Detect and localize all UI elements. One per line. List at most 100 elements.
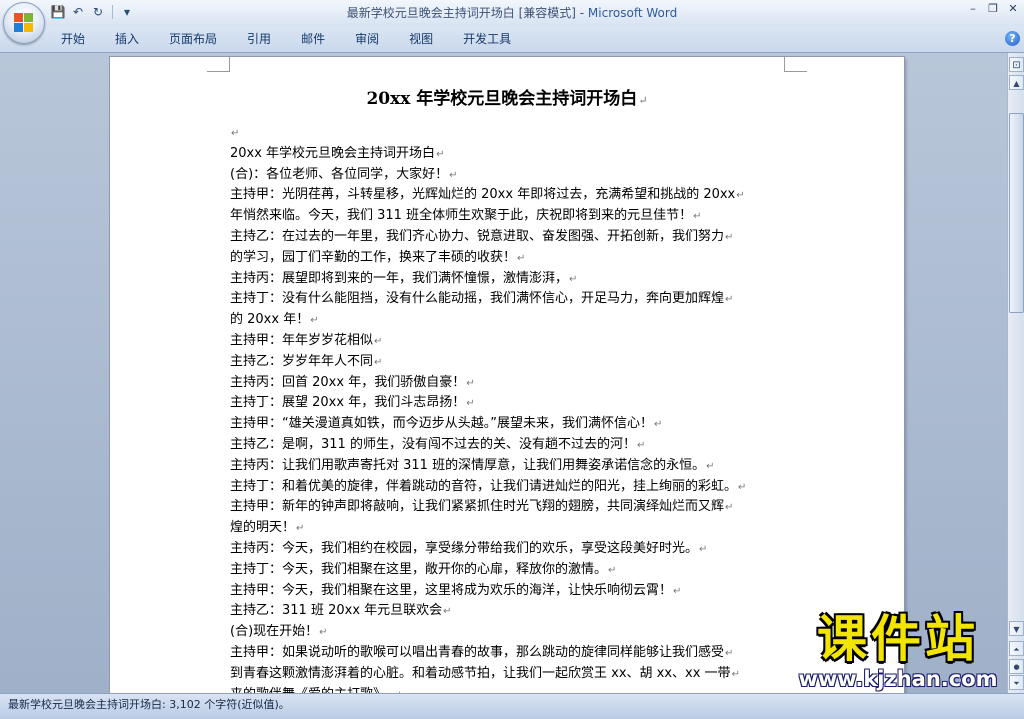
minimize-button[interactable]: – xyxy=(966,2,980,15)
tab-developer[interactable]: 开发工具 xyxy=(448,26,526,52)
tab-page-layout[interactable]: 页面布局 xyxy=(154,26,232,52)
document-page[interactable]: 20xx 年学校元旦晚会主持词开场白↵ ↵ 20xx 年学校元旦晚会主持词开场白↵… xyxy=(110,57,904,693)
line-text: 到青春这颗激情澎湃着的心脏。和着动感节拍，让我们一起欣赏王 xx、胡 xx、xx… xyxy=(230,665,731,681)
document-heading: 20xx 年学校元旦晚会主持词开场白↵ xyxy=(110,84,904,109)
line-text: 年悄然来临。今天，我们 311 班全体师生欢聚于此，庆祝即将到来的元旦佳节！ xyxy=(230,208,693,224)
paragraph-mark: ↵ xyxy=(725,231,734,243)
watermark-url-text: www.kjzhan.com xyxy=(798,667,998,691)
paragraph-mark: ↵ xyxy=(374,356,383,368)
document-line: 主持甲：年年岁岁花相似↵ xyxy=(230,331,790,352)
line-text: 的 20xx 年！ xyxy=(230,312,310,328)
paragraph-mark: ↵ xyxy=(296,523,305,535)
document-line: 20xx 年学校元旦晚会主持词开场白↵ xyxy=(230,144,790,165)
paragraph-mark: ↵ xyxy=(436,148,445,160)
document-line: 主持丙：展望即将到来的一年，我们满怀憧憬，激情澎湃，↵ xyxy=(230,269,790,290)
line-text: 煌的明天！ xyxy=(230,520,296,536)
document-line: 主持甲：“雄关漫道真如铁，而今迈步从头越。”展望未来，我们满怀信心！↵ xyxy=(230,414,790,435)
scroll-up-button[interactable]: ▲ xyxy=(1009,75,1024,90)
window-title: 最新学校元旦晚会主持词开场白 [兼容模式] - Microsoft Word xyxy=(0,0,1024,26)
window-controls: – ❐ ✕ xyxy=(966,2,1020,15)
paragraph-mark: ↵ xyxy=(731,668,740,680)
document-line: 主持丙：让我们用歌声寄托对 311 班的深情厚意，让我们用舞姿承诺信念的永恒。↵ xyxy=(230,456,790,477)
close-button[interactable]: ✕ xyxy=(1006,2,1020,15)
line-text: 主持甲：年年岁岁花相似 xyxy=(230,332,374,348)
ribbon-tabs: 开始 插入 页面布局 引用 邮件 审阅 视图 开发工具 xyxy=(46,26,526,52)
paragraph-mark: ↵ xyxy=(736,190,745,202)
line-text: 主持甲：如果说动听的歌喉可以唱出青春的故事，那么跳动的旋律同样能够让我们感受 xyxy=(230,644,725,660)
document-line: 主持丁：展望 20xx 年，我们斗志昂扬！↵ xyxy=(230,393,790,414)
office-logo-icon xyxy=(14,13,34,33)
document-line: 主持乙：在过去的一年里，我们齐心协力、锐意进取、奋发图强、开拓创新，我们努力↵ xyxy=(230,227,790,248)
line-text: 主持甲：“雄关漫道真如铁，而今迈步从头越。”展望未来，我们满怀信心！ xyxy=(230,416,653,432)
tab-insert[interactable]: 插入 xyxy=(100,26,154,52)
document-line: 主持丁：没有什么能阻挡，没有什么能动摇，我们满怀信心，开足马力，奔向更加辉煌↵ xyxy=(230,289,790,310)
line-text: 主持丁：展望 20xx 年，我们斗志昂扬！ xyxy=(230,395,466,411)
line-text: 主持乙：是啊，311 的师生，没有闯不过去的关、没有趟不过去的河！ xyxy=(230,436,636,452)
crop-mark-left xyxy=(207,57,230,72)
restore-button[interactable]: ❐ xyxy=(986,2,1000,15)
paragraph-mark: ↵ xyxy=(706,460,715,472)
document-line: 主持丙：回首 20xx 年，我们骄傲自豪！↵ xyxy=(230,373,790,394)
line-text: 主持丁：没有什么能阻挡，没有什么能动摇，我们满怀信心，开足马力，奔向更加辉煌 xyxy=(230,291,725,307)
line-text: 主持丁：今天，我们相聚在这里，敞开你的心扉，释放你的激情。 xyxy=(230,561,608,577)
tab-review[interactable]: 审阅 xyxy=(340,26,394,52)
app-name: Microsoft Word xyxy=(587,6,678,20)
office-button[interactable] xyxy=(3,2,45,44)
line-text: 主持丙：让我们用歌声寄托对 311 班的深情厚意，让我们用舞姿承诺信念的永恒。 xyxy=(230,457,706,473)
tab-home[interactable]: 开始 xyxy=(46,26,100,52)
document-line: 主持甲：今天，我们相聚在这里，这里将成为欢乐的海洋，让快乐响彻云霄！↵ xyxy=(230,581,790,602)
watermark-chinese-text: 课件站 xyxy=(817,610,979,668)
document-line: 煌的明天！↵ xyxy=(230,518,790,539)
tab-mailings[interactable]: 邮件 xyxy=(286,26,340,52)
paragraph-mark: ↵ xyxy=(653,419,663,431)
document-line: 主持丙：今天，我们相约在校园，享受缘分带给我们的欢乐，享受这段美好时光。↵ xyxy=(230,539,790,560)
line-text: 主持丁：和着优美的旋律，伴着跳动的音符，让我们请进灿烂的阳光，挂上绚丽的彩虹。 xyxy=(230,478,738,494)
tab-references[interactable]: 引用 xyxy=(232,26,286,52)
paragraph-mark: ↵ xyxy=(466,398,475,410)
line-text: 主持甲：新年的钟声即将敲响，让我们紧紧抓住时光飞翔的翅膀，共同演绎灿烂而又辉 xyxy=(230,499,725,515)
line-text: 20xx 年学校元旦晚会主持词开场白 xyxy=(230,145,436,161)
document-workspace: 20xx 年学校元旦晚会主持词开场白↵ ↵ 20xx 年学校元旦晚会主持词开场白↵… xyxy=(0,53,1007,693)
document-line: (合)：各位老师、各位同学，大家好！↵ xyxy=(230,165,790,186)
document-line: 到青春这颗激情澎湃着的心脏。和着动感节拍，让我们一起欣赏王 xx、胡 xx、xx… xyxy=(230,664,790,685)
paragraph-mark: ↵ xyxy=(466,377,475,389)
line-text: 主持甲：今天，我们相聚在这里，这里将成为欢乐的海洋，让快乐响彻云霄！ xyxy=(230,582,673,598)
paragraph-mark: ↵ xyxy=(319,627,328,639)
paragraph-mark: ↵ xyxy=(636,439,646,451)
document-line: 主持乙：311 班 20xx 年元旦联欢会↵ xyxy=(230,601,790,622)
document-line: 主持乙：岁岁年年人不同↵ xyxy=(230,352,790,373)
line-text: 主持丙：今天，我们相约在校园，享受缘分带给我们的欢乐，享受这段美好时光。 xyxy=(230,540,699,556)
document-line: 主持乙：是啊，311 的师生，没有闯不过去的关、没有趟不过去的河！↵ xyxy=(230,435,790,456)
document-line: 主持甲：如果说动听的歌喉可以唱出青春的故事，那么跳动的旋律同样能够让我们感受↵ xyxy=(230,643,790,664)
paragraph-mark: ↵ xyxy=(725,502,734,514)
paragraph-mark: ↵ xyxy=(725,294,734,306)
line-text: 主持乙：在过去的一年里，我们齐心协力、锐意进取、奋发图强、开拓创新，我们努力 xyxy=(230,228,725,244)
paragraph-mark: ↵ xyxy=(443,606,452,618)
paragraph-mark: ↵ xyxy=(374,335,383,347)
document-line: 的 20xx 年！↵ xyxy=(230,310,790,331)
vertical-scrollbar[interactable]: ⊡ ▲ ▼ ⏶ ● ⏷ xyxy=(1007,53,1024,693)
line-text: 主持甲：光阴荏苒，斗转星移，光辉灿烂的 20xx 年即将过去，充满希望和挑战的 … xyxy=(230,187,736,203)
tab-view[interactable]: 视图 xyxy=(394,26,448,52)
word-count-status[interactable]: 最新学校元旦晚会主持词开场白: 3,102 个字符(近似值)。 xyxy=(8,694,290,716)
paragraph-mark: ↵ xyxy=(699,543,708,555)
help-icon[interactable]: ? xyxy=(1005,31,1020,46)
document-line: 来的歌伴舞《爱的主打歌》。↵ xyxy=(230,685,790,693)
line-text: 主持丙：展望即将到来的一年，我们满怀憧憬，激情澎湃， xyxy=(230,270,569,286)
scroll-thumb[interactable] xyxy=(1009,113,1024,313)
document-line: 主持丁：今天，我们相聚在这里，敞开你的心扉，释放你的激情。↵ xyxy=(230,560,790,581)
paragraph-mark: ↵ xyxy=(231,128,240,139)
paragraph-mark: ↵ xyxy=(517,252,526,264)
line-text: (合)现在开始！ xyxy=(230,624,319,640)
line-text: 主持丙：回首 20xx 年，我们骄傲自豪！ xyxy=(230,374,466,390)
crop-mark-right xyxy=(784,57,807,72)
document-body[interactable]: ↵ 20xx 年学校元旦晚会主持词开场白↵ (合)：各位老师、各位同学，大家好！↵ 主… xyxy=(230,123,790,693)
line-text: (合)：各位老师、各位同学，大家好！ xyxy=(230,166,449,182)
line-text: 主持乙：311 班 20xx 年元旦联欢会 xyxy=(230,603,443,619)
document-line: 主持甲：光阴荏苒，斗转星移，光辉灿烂的 20xx 年即将过去，充满希望和挑战的 … xyxy=(230,185,790,206)
document-line: 年悄然来临。今天，我们 311 班全体师生欢聚于此，庆祝即将到来的元旦佳节！↵ xyxy=(230,206,790,227)
document-line: 的学习，园丁们辛勤的工作，换来了丰硕的收获！↵ xyxy=(230,248,790,269)
paragraph-mark: ↵ xyxy=(310,315,319,327)
document-line: 主持丁：和着优美的旋律，伴着跳动的音符，让我们请进灿烂的阳光，挂上绚丽的彩虹。↵ xyxy=(230,477,790,498)
view-ruler-icon[interactable]: ⊡ xyxy=(1009,57,1024,72)
